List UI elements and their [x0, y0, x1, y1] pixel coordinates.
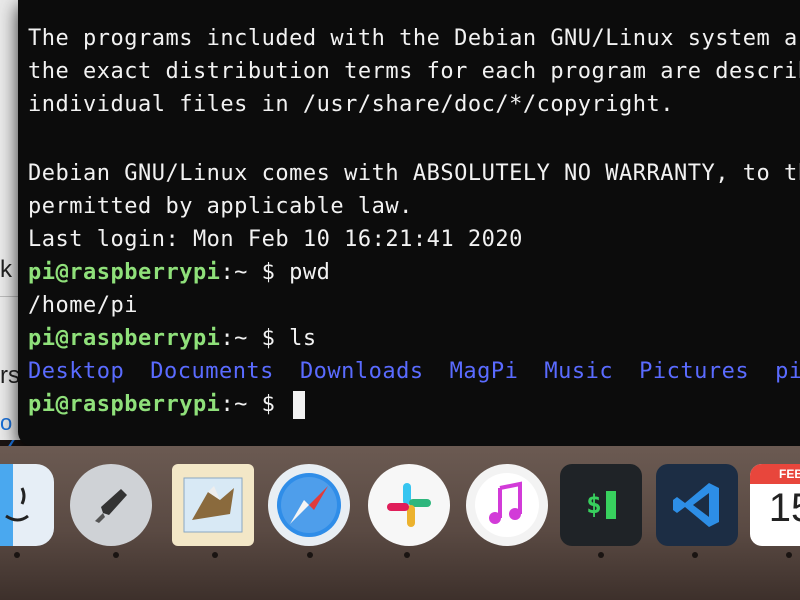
ls-output: Desktop Documents Downloads MagPi Music Pictu…: [28, 355, 800, 388]
terminal-icon[interactable]: $: [560, 464, 642, 546]
command-output: /home/pi: [28, 293, 138, 318]
safari-icon[interactable]: [268, 464, 350, 546]
running-indicator: [113, 552, 119, 558]
terminal-line: Debian GNU/Linux comes with ABSOLUTELY N…: [28, 161, 800, 186]
directory-item: Downloads: [299, 359, 424, 384]
running-indicator: [404, 552, 410, 558]
running-indicator: [786, 552, 792, 558]
calendar-icon[interactable]: FEB 15: [750, 464, 800, 546]
terminal-line: permitted by applicable law.: [28, 194, 413, 219]
running-indicator: [212, 552, 218, 558]
directory-item: Desktop: [28, 359, 125, 384]
terminal-line: Last login: Mon Feb 10 16:21:41 2020: [28, 227, 523, 252]
command-text: pwd: [289, 260, 331, 285]
terminal-icon-glyph: $: [586, 490, 602, 520]
terminal-window[interactable]: The programs included with the Debian GN…: [18, 0, 800, 446]
running-indicator: [14, 552, 20, 558]
directory-item: pi-p: [775, 359, 800, 384]
terminal-icon-cursor: [605, 491, 616, 519]
prompt-line[interactable]: pi@raspberrypi:~ $: [28, 388, 800, 421]
running-indicator: [598, 552, 604, 558]
dock: $ FEB 15: [0, 446, 800, 600]
slack-icon[interactable]: [368, 464, 450, 546]
background-window-fragment: rs: [0, 362, 20, 389]
prompt-path: :~ $: [220, 326, 290, 351]
prompt-line: pi@raspberrypi:~ $ pwd: [28, 256, 800, 289]
text-cursor: [293, 391, 306, 419]
directory-item: MagPi: [449, 359, 519, 384]
dock-items: $ FEB 15: [0, 456, 800, 566]
running-indicator: [692, 552, 698, 558]
terminal-line: individual files in /usr/share/doc/*/cop…: [28, 92, 675, 117]
prompt-user: pi@raspberrypi: [28, 260, 221, 285]
finder-icon[interactable]: [0, 464, 54, 546]
command-text: ls: [289, 326, 317, 351]
directory-item: Documents: [150, 359, 274, 384]
music-icon[interactable]: [466, 464, 548, 546]
prompt-line: pi@raspberrypi:~ $ ls: [28, 322, 800, 355]
terminal-line: The programs included with the Debian GN…: [28, 26, 800, 51]
mail-icon[interactable]: [172, 464, 254, 546]
directory-item: Pictures: [639, 359, 750, 384]
prompt-path: :~ $: [220, 260, 290, 285]
background-window-fragment: k: [0, 256, 12, 283]
prompt-user: pi@raspberrypi: [28, 392, 221, 417]
launchpad-icon[interactable]: [70, 464, 152, 546]
calendar-day: 15: [768, 486, 800, 530]
vscode-icon[interactable]: [656, 464, 738, 546]
calendar-month: FEB: [750, 464, 800, 484]
prompt-user: pi@raspberrypi: [28, 326, 221, 351]
directory-item: Music: [544, 359, 614, 384]
prompt-path: :~ $: [220, 392, 290, 417]
terminal-output: The programs included with the Debian GN…: [28, 22, 800, 421]
running-indicator: [307, 552, 313, 558]
terminal-line: the exact distribution terms for each pr…: [28, 59, 800, 84]
